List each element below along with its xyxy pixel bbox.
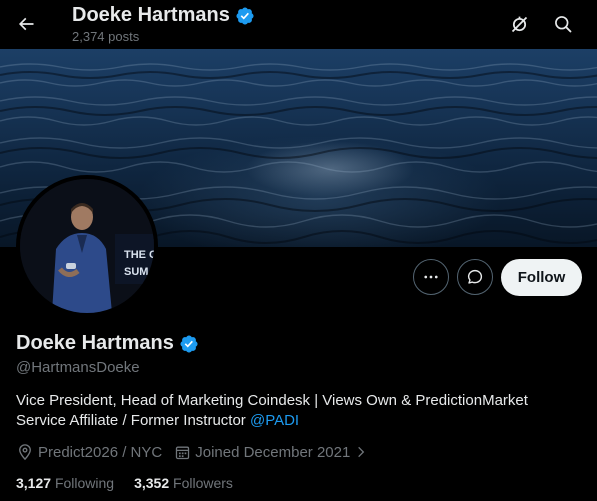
message-bubble-icon: [467, 269, 483, 284]
avatar-overlay-text-2: SUM: [124, 266, 148, 278]
profile-avatar[interactable]: THE C SUM: [16, 175, 158, 317]
profile-handle: @HartmansDoeke: [16, 359, 140, 376]
followers-label: Followers: [173, 475, 233, 491]
following-label: Following: [54, 475, 115, 491]
location-text: Predict2026 / NYC: [38, 443, 163, 461]
following-count: 3,127: [16, 475, 52, 491]
post-count: 2,374 posts: [72, 29, 140, 44]
follow-button[interactable]: Follow: [501, 259, 582, 296]
calendar-icon: [176, 446, 190, 459]
top-bar: Doeke Hartmans 2,374 posts: [0, 0, 597, 49]
profile-meta: Predict2026 / NYC Joined December 2021: [16, 443, 380, 461]
joined-item[interactable]: Joined December 2021: [174, 444, 368, 461]
following-stat[interactable]: 3,127 Following: [16, 475, 114, 491]
avatar-photo: THE C SUM: [20, 179, 154, 313]
verified-badge-icon: [236, 6, 254, 25]
followers-stat[interactable]: 3,352 Followers: [134, 475, 233, 491]
joined-text: Joined December 2021: [195, 443, 351, 461]
profile-bio: Vice President, Head of Marketing Coinde…: [16, 391, 581, 431]
followers-count: 3,352: [134, 475, 170, 491]
bio-mention-link[interactable]: @PADI: [250, 412, 299, 429]
notifications-off-icon: [511, 16, 527, 32]
more-dots-icon: [424, 275, 438, 279]
header-title: Doeke Hartmans: [72, 4, 255, 27]
location-item: Predict2026 / NYC: [16, 443, 162, 461]
notifications-toggle-button[interactable]: [503, 8, 535, 40]
profile-stats: 3,127 Following 3,352 Followers: [16, 475, 233, 491]
header-name: Doeke Hartmans: [72, 4, 230, 26]
arrow-left-icon: [18, 17, 34, 31]
more-options-button[interactable]: [413, 259, 449, 295]
profile-name: Doeke Hartmans: [16, 332, 174, 354]
profile-display-name: Doeke Hartmans: [16, 332, 199, 355]
back-button[interactable]: [10, 8, 42, 40]
avatar-overlay-text-1: THE C: [124, 249, 154, 261]
location-pin-icon: [19, 444, 31, 461]
verified-badge-icon: [180, 334, 198, 353]
search-button[interactable]: [547, 8, 579, 40]
chevron-right-icon: [358, 446, 365, 458]
search-icon: [555, 16, 572, 33]
message-button[interactable]: [457, 259, 493, 295]
